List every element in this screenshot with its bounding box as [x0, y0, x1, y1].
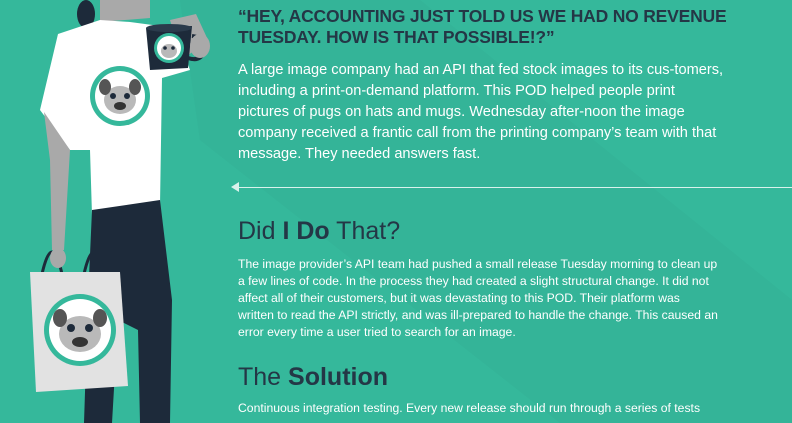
intro-paragraph: A large image company had an API that fe…: [238, 62, 724, 162]
arrow-left-icon: [231, 182, 239, 192]
headline-quote: “HEY, ACCOUNTING JUST TOLD US WE HAD NO …: [238, 6, 727, 47]
person-illustration: [30, 0, 210, 423]
section-title-did-i-do-that: Did I Do That?: [238, 217, 401, 245]
section-title-solution: The Solution: [238, 363, 389, 391]
pug-tote-icon: [30, 250, 128, 392]
section-body-did-i-do-that: The image provider’s API team had pushed…: [238, 257, 718, 339]
pug-shirt-icon: [90, 66, 150, 126]
section-body-solution: Continuous integration testing. Every ne…: [238, 401, 701, 415]
divider-line: [238, 187, 792, 188]
